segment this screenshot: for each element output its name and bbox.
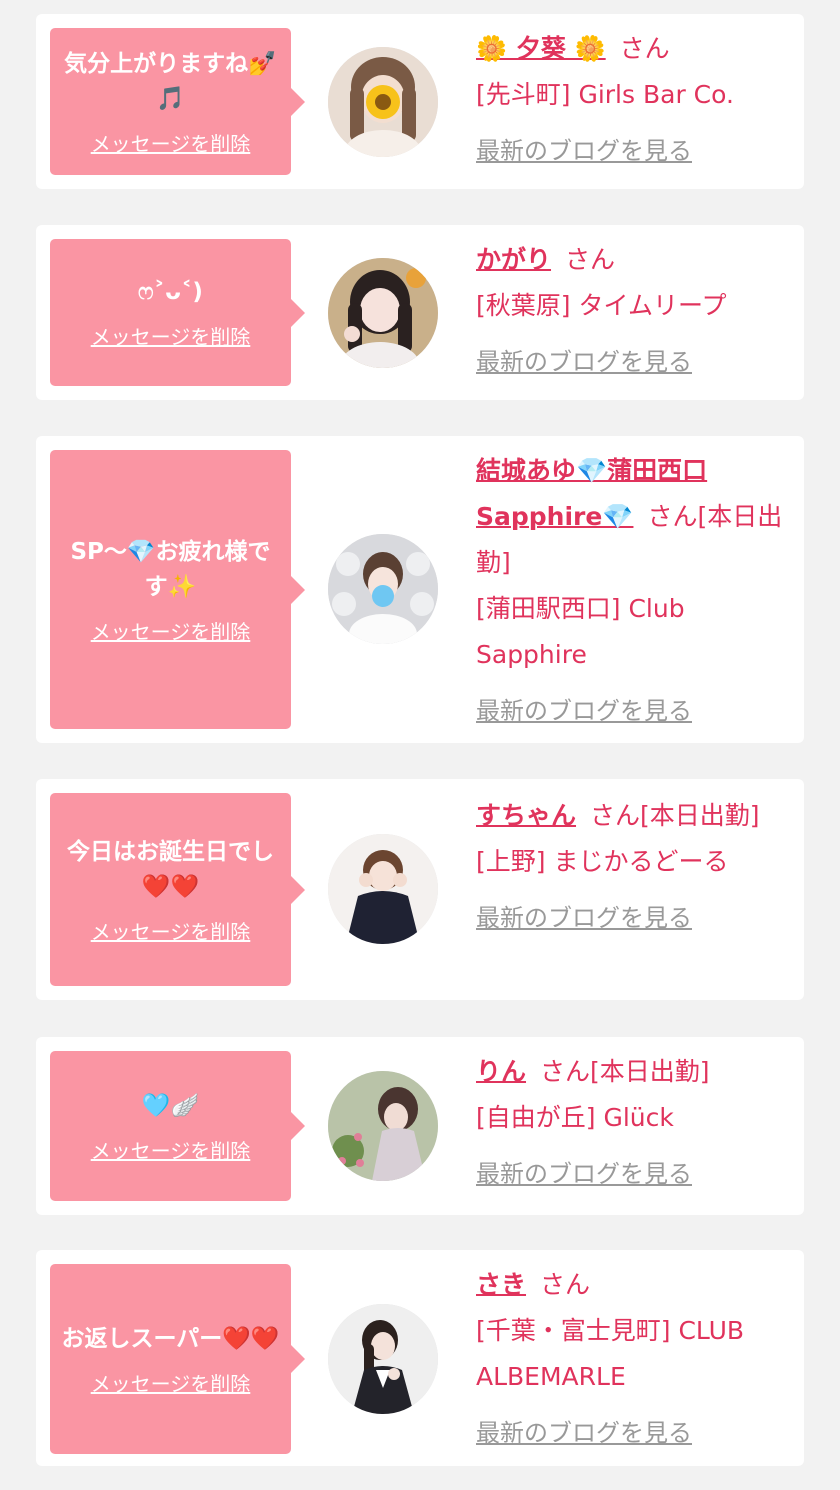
delete-message-link[interactable]: メッセージを削除 — [91, 131, 251, 157]
shop-name: [蒲田駅西口] Club Sapphire — [476, 594, 685, 669]
honorific: さん — [540, 1270, 591, 1299]
message-text: 今日はお誕生日でし❤️❤️ — [67, 838, 274, 900]
message-text: 🩵🪽 — [141, 1092, 200, 1119]
avatar[interactable] — [328, 534, 438, 644]
avatar-photo-icon — [328, 1071, 438, 1181]
avatar-photo-icon — [328, 534, 438, 644]
message-bubble: 今日はお誕生日でし❤️❤️ メッセージを削除 — [50, 793, 305, 986]
message-text: お返しスーパー❤️❤️ — [61, 1325, 280, 1352]
avatar[interactable] — [328, 834, 438, 944]
message-card: 🩵🪽 メッセージを削除 りん さん[本日出勤] [自由が丘] Glück 最新のブ… — [36, 1037, 804, 1215]
honorific: さん[本日出勤] — [540, 1057, 710, 1086]
avatar-photo-icon — [328, 47, 438, 157]
avatar[interactable] — [328, 1071, 438, 1181]
cast-name-link[interactable]: さき — [476, 1270, 526, 1299]
latest-blog-link[interactable]: 最新のブログを見る — [476, 128, 788, 174]
message-text: 気分上がりますね💅🎵 — [64, 50, 277, 112]
cast-info: さき さん [千葉・富士見町] CLUB ALBEMARLE 最新のブログを見る — [476, 1262, 788, 1456]
shop-name: [秋葉原] タイムリープ — [476, 291, 727, 320]
shop-name: [上野] まじかるどーる — [476, 847, 729, 876]
cast-name-link[interactable]: 🌼 夕葵 🌼 — [476, 34, 606, 63]
message-card: SP〜💎お疲れ様です✨ メッセージを削除 結城あゆ💎蒲田西口Sapphire💎 さ… — [36, 436, 804, 743]
cast-name-link[interactable]: りん — [476, 1057, 526, 1086]
delete-message-link[interactable]: メッセージを削除 — [91, 919, 251, 945]
message-bubble: 🩵🪽 メッセージを削除 — [50, 1051, 305, 1201]
avatar-photo-icon — [328, 834, 438, 944]
avatar[interactable] — [328, 258, 438, 368]
shop-name: [先斗町] Girls Bar Co. — [476, 80, 734, 109]
avatar[interactable] — [328, 1304, 438, 1414]
latest-blog-link[interactable]: 最新のブログを見る — [476, 895, 788, 941]
honorific: さん[本日出勤] — [590, 801, 760, 830]
avatar-photo-icon — [328, 258, 438, 368]
message-bubble: 気分上がりますね💅🎵 メッセージを削除 — [50, 28, 305, 175]
cast-info: 結城あゆ💎蒲田西口Sapphire💎 さん[本日出勤] [蒲田駅西口] Club … — [476, 448, 788, 734]
shop-name: [自由が丘] Glück — [476, 1103, 674, 1132]
message-card: お返しスーパー❤️❤️ メッセージを削除 さき さん [千葉・富士見町] CLUB… — [36, 1250, 804, 1466]
cast-name-link[interactable]: かがり — [476, 245, 551, 274]
shop-name: [千葉・富士見町] CLUB ALBEMARLE — [476, 1316, 745, 1391]
latest-blog-link[interactable]: 最新のブログを見る — [476, 688, 788, 734]
delete-message-link[interactable]: メッセージを削除 — [91, 1371, 251, 1397]
honorific: さん — [619, 34, 670, 63]
message-card: 気分上がりますね💅🎵 メッセージを削除 🌼 夕葵 🌼 さん [先斗町] Girls… — [36, 14, 804, 189]
honorific: さん — [565, 245, 616, 274]
avatar-photo-icon — [328, 1304, 438, 1414]
cast-info: りん さん[本日出勤] [自由が丘] Glück 最新のブログを見る — [476, 1049, 788, 1197]
message-bubble: お返しスーパー❤️❤️ メッセージを削除 — [50, 1264, 305, 1454]
message-card: ෆ˃ᴗ˂) メッセージを削除 かがり さん [秋葉原] タイムリープ 最新のブログ… — [36, 225, 804, 400]
message-card: 今日はお誕生日でし❤️❤️ メッセージを削除 すちゃん さん[本日出勤] [上野]… — [36, 779, 804, 1000]
latest-blog-link[interactable]: 最新のブログを見る — [476, 339, 788, 385]
delete-message-link[interactable]: メッセージを削除 — [91, 619, 251, 645]
message-text: ෆ˃ᴗ˂) — [138, 279, 203, 305]
avatar[interactable] — [328, 47, 438, 157]
latest-blog-link[interactable]: 最新のブログを見る — [476, 1151, 788, 1197]
message-text: SP〜💎お疲れ様です✨ — [70, 538, 271, 600]
cast-info: かがり さん [秋葉原] タイムリープ 最新のブログを見る — [476, 237, 788, 385]
message-bubble: ෆ˃ᴗ˂) メッセージを削除 — [50, 239, 305, 386]
cast-info: すちゃん さん[本日出勤] [上野] まじかるどーる 最新のブログを見る — [476, 793, 788, 941]
cast-info: 🌼 夕葵 🌼 さん [先斗町] Girls Bar Co. 最新のブログを見る — [476, 26, 788, 174]
latest-blog-link[interactable]: 最新のブログを見る — [476, 1410, 788, 1456]
delete-message-link[interactable]: メッセージを削除 — [91, 324, 251, 350]
message-list: 気分上がりますね💅🎵 メッセージを削除 🌼 夕葵 🌼 さん [先斗町] Girls… — [0, 0, 840, 1490]
delete-message-link[interactable]: メッセージを削除 — [91, 1138, 251, 1164]
message-bubble: SP〜💎お疲れ様です✨ メッセージを削除 — [50, 450, 305, 729]
cast-name-link[interactable]: すちゃん — [476, 801, 576, 830]
